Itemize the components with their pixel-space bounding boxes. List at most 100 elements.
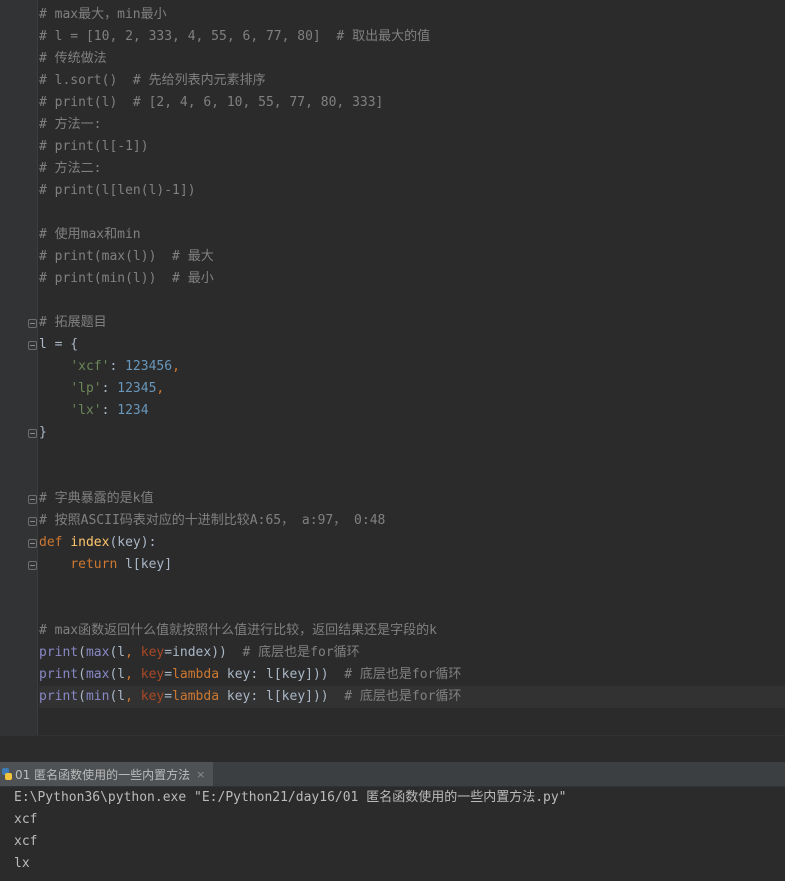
code-line[interactable]: # print(l[-1])	[39, 136, 785, 158]
code-line[interactable]: l = {	[39, 334, 785, 356]
code-token: 123456	[125, 359, 173, 374]
code-token: ,	[156, 381, 165, 396]
gutter-divider	[37, 0, 38, 735]
code-token: def	[39, 535, 71, 550]
code-token: lambda	[172, 667, 227, 682]
code-token: (	[78, 667, 86, 682]
code-line[interactable]	[39, 290, 785, 312]
code-token: # l = [10, 2, 333, 4, 55, 6, 77, 80] # 取…	[39, 29, 431, 44]
code-line[interactable]: }	[39, 422, 785, 444]
code-line[interactable]: 'lx': 1234	[39, 400, 785, 422]
fold-toggle-icon[interactable]	[28, 561, 37, 570]
code-token: ,	[172, 359, 180, 374]
code-token: :	[109, 359, 126, 374]
code-token: index	[70, 535, 110, 550]
code-line[interactable]: print(min(l, key=lambda key: l[key])) # …	[39, 686, 785, 708]
code-line[interactable]	[39, 444, 785, 466]
code-token: 'xcf'	[70, 359, 110, 374]
code-token: key: l[key]))	[226, 667, 345, 682]
code-token: # 按照ASCII码表对应的十进制比较A:65， a:97， 0:48	[39, 513, 386, 528]
code-token: (l	[109, 667, 126, 682]
code-editor[interactable]: # max最大，min最小 # l = [10, 2, 333, 4, 55, 6…	[0, 0, 785, 735]
code-line[interactable]: print(max(l, key=index)) # 底层也是for循环	[39, 642, 785, 664]
code-line[interactable]: # 方法二:	[39, 158, 785, 180]
code-token: # print(min(l)) # 最小	[39, 271, 214, 286]
code-token: # 方法二:	[39, 161, 102, 176]
code-line[interactable]: # 方法一:	[39, 114, 785, 136]
run-console[interactable]: E:\Python36\python.exe "E:/Python21/day1…	[0, 787, 785, 881]
fold-toggle-icon[interactable]	[28, 319, 37, 328]
code-token: ,	[125, 667, 141, 682]
code-token: 'lx'	[70, 403, 102, 418]
code-line[interactable]	[39, 576, 785, 598]
code-token: # 方法一:	[39, 117, 102, 132]
code-line[interactable]: 'lp': 12345,	[39, 378, 785, 400]
code-line[interactable]	[39, 598, 785, 620]
code-line[interactable]: # 拓展题目	[39, 312, 785, 334]
code-token: =	[164, 689, 173, 704]
code-token: # 底层也是for循环	[242, 645, 360, 660]
code-line[interactable]: # l = [10, 2, 333, 4, 55, 6, 77, 80] # 取…	[39, 26, 785, 48]
code-token: print	[39, 645, 79, 660]
code-line[interactable]: # 使用max和min	[39, 224, 785, 246]
code-line[interactable]: # 传统做法	[39, 48, 785, 70]
code-token: print	[39, 667, 79, 682]
code-line[interactable]: # 按照ASCII码表对应的十进制比较A:65， a:97， 0:48	[39, 510, 785, 532]
code-token: # 底层也是for循环	[344, 689, 462, 704]
console-line-output: xcf	[14, 834, 38, 849]
code-token: ,	[125, 689, 141, 704]
code-token: (l	[109, 689, 126, 704]
code-line[interactable]: # 字典暴露的是k值	[39, 488, 785, 510]
code-token: # 字典暴露的是k值	[39, 491, 154, 506]
run-tab[interactable]: 01 匿名函数使用的一些内置方法 ×	[0, 762, 214, 786]
code-line[interactable]: # print(l) # [2, 4, 6, 10, 55, 77, 80, 3…	[39, 92, 785, 114]
fold-toggle-icon[interactable]	[28, 517, 37, 526]
code-token: :	[101, 403, 118, 418]
code-line[interactable]: # l.sort() # 先给列表内元素排序	[39, 70, 785, 92]
code-line[interactable]: # print(max(l)) # 最大	[39, 246, 785, 268]
console-line-output: lx	[14, 856, 30, 871]
code-line[interactable]	[39, 202, 785, 224]
code-line[interactable]: # print(l[len(l)-1])	[39, 180, 785, 202]
code-token: # 传统做法	[39, 51, 107, 66]
code-token: key	[140, 689, 165, 704]
code-line[interactable]: print(max(l, key=lambda key: l[key])) # …	[39, 664, 785, 686]
fold-toggle-icon[interactable]	[28, 495, 37, 504]
code-token: l[key]	[125, 557, 173, 572]
code-line[interactable]: # max最大，min最小	[39, 4, 785, 26]
fold-toggle-icon[interactable]	[28, 429, 37, 438]
code-token: ,	[125, 645, 141, 660]
code-token: min	[85, 689, 110, 704]
code-token: (l	[109, 645, 126, 660]
console-line-command: E:\Python36\python.exe "E:/Python21/day1…	[14, 790, 567, 805]
fold-toggle-icon[interactable]	[28, 341, 37, 350]
panel-separator	[0, 735, 785, 762]
code-line[interactable]: return l[key]	[39, 554, 785, 576]
code-token: =index))	[164, 645, 243, 660]
code-line[interactable]	[39, 466, 785, 488]
code-token: }	[39, 425, 47, 440]
code-token: # print(l[-1])	[39, 139, 149, 154]
editor-gutter[interactable]	[0, 0, 38, 735]
code-line[interactable]: def index(key):	[39, 532, 785, 554]
close-icon[interactable]: ×	[196, 768, 205, 781]
code-token: (	[78, 689, 86, 704]
code-token: # 拓展题目	[39, 315, 107, 330]
code-line[interactable]: # max函数返回什么值就按照什么值进行比较，返回结果还是字段的k	[39, 620, 785, 642]
fold-toggle-icon[interactable]	[28, 539, 37, 548]
code-token: # print(max(l)) # 最大	[39, 249, 214, 264]
code-token: lambda	[172, 689, 227, 704]
code-token: 'lp'	[70, 381, 102, 396]
code-token: print	[39, 689, 79, 704]
code-token: 1234	[117, 403, 149, 418]
code-line[interactable]: 'xcf': 123456,	[39, 356, 785, 378]
run-tool-tabbar: 01 匿名函数使用的一些内置方法 ×	[0, 762, 785, 787]
code-line[interactable]: # print(min(l)) # 最小	[39, 268, 785, 290]
code-token: key	[140, 645, 165, 660]
code-token: key: l[key]))	[226, 689, 345, 704]
console-line-output: xcf	[14, 812, 38, 827]
code-token: (	[78, 645, 86, 660]
